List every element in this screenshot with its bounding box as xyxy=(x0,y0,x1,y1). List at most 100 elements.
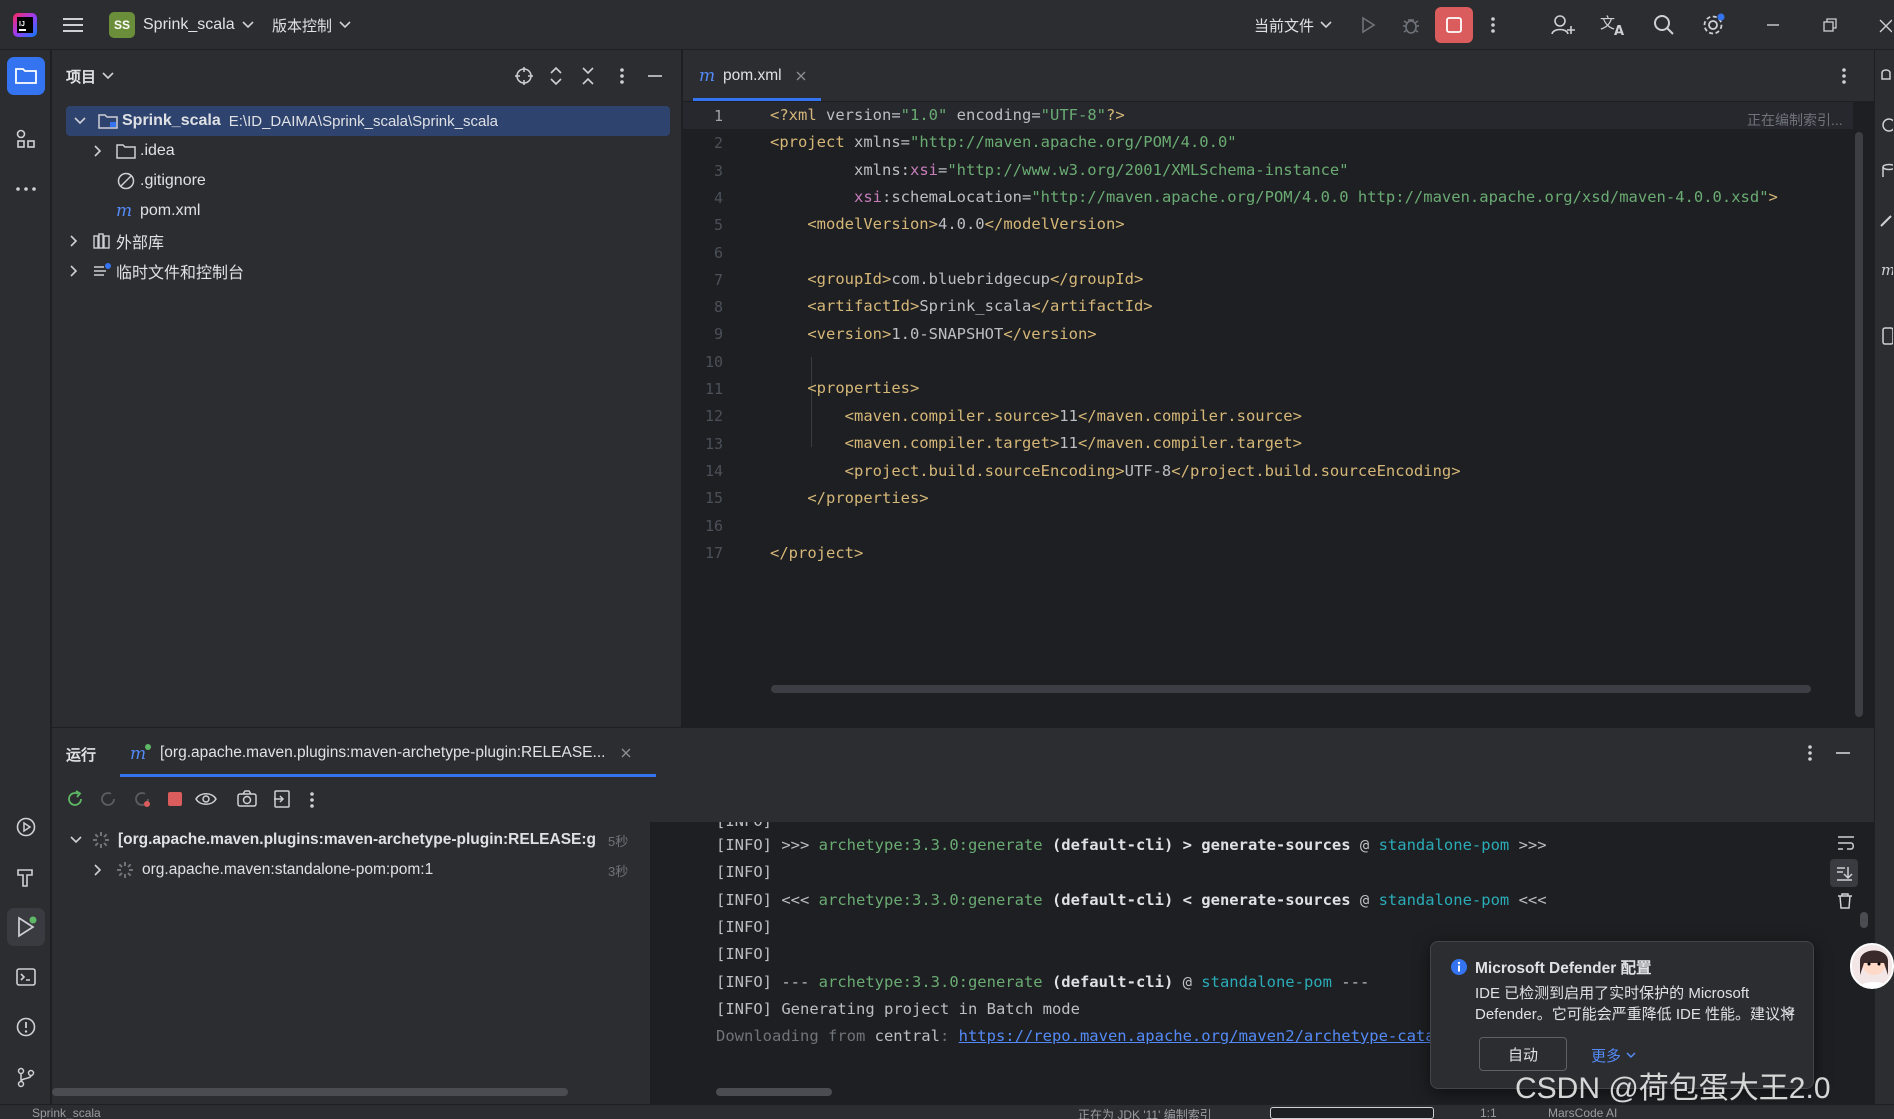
run-more-icon[interactable] xyxy=(1807,743,1813,763)
code-line-7[interactable]: <groupId>com.bluebridgecup</groupId> xyxy=(770,270,1143,288)
chevron-right-icon[interactable] xyxy=(94,864,116,876)
git-tool-button[interactable] xyxy=(7,1058,45,1096)
camera-icon[interactable] xyxy=(236,789,258,809)
more-options-icon[interactable] xyxy=(619,66,625,86)
edit-icon[interactable] xyxy=(1879,210,1893,230)
info-icon xyxy=(1450,958,1468,976)
tree-item-idea[interactable]: .idea xyxy=(94,136,175,166)
more-tools-button[interactable] xyxy=(7,170,45,208)
close-window-icon[interactable] xyxy=(1878,0,1892,50)
tree-item-pom[interactable]: m pom.xml xyxy=(116,196,200,226)
code-line-13[interactable]: <maven.compiler.target>11</maven.compile… xyxy=(770,434,1302,452)
rerun-icon[interactable] xyxy=(64,788,86,810)
hide-panel-icon[interactable] xyxy=(1834,743,1852,763)
intellij-logo-icon[interactable]: IJ xyxy=(12,0,38,50)
trash-icon[interactable] xyxy=(1836,892,1854,910)
chevron-down-icon[interactable] xyxy=(102,72,114,80)
tree-item-external-libraries[interactable]: 外部库 xyxy=(70,226,164,256)
run-tree-horizontal-scrollbar[interactable] xyxy=(52,1088,568,1096)
exit-icon[interactable] xyxy=(272,789,292,809)
editor-horizontal-scrollbar[interactable] xyxy=(771,685,1811,693)
database-icon[interactable] xyxy=(1879,162,1893,182)
status-plugin[interactable]: MarsCode AI xyxy=(1548,1106,1617,1119)
close-tab-icon[interactable] xyxy=(796,71,806,81)
minimize-window-icon[interactable] xyxy=(1765,0,1781,50)
code-line-3[interactable]: xmlns:xsi="http://www.w3.org/2001/XMLSch… xyxy=(770,161,1349,179)
rerun-debug-icon[interactable] xyxy=(131,788,153,810)
show-options-icon[interactable] xyxy=(194,789,218,809)
code-line-14[interactable]: <project.build.sourceEncoding>UTF-8</pro… xyxy=(770,462,1461,480)
tree-item-scratches[interactable]: 临时文件和控制台 xyxy=(70,256,244,286)
svg-text:m: m xyxy=(116,202,132,220)
rerun-failed-icon[interactable] xyxy=(97,788,119,810)
chevron-down-icon[interactable] xyxy=(70,836,92,844)
debug-icon[interactable] xyxy=(1400,0,1422,50)
tree-item-gitignore[interactable]: .gitignore xyxy=(116,166,206,196)
stop-icon[interactable] xyxy=(166,790,184,808)
services-tool-button[interactable] xyxy=(7,808,45,846)
editor-more-icon[interactable] xyxy=(1841,66,1847,86)
code-line-11[interactable]: <properties> xyxy=(770,379,919,397)
run-tree-item-child[interactable]: org.apache.maven:standalone-pom:pom:1 3秒 xyxy=(52,856,632,884)
settings-icon[interactable] xyxy=(1700,0,1726,50)
code-line-5[interactable]: <modelVersion>4.0.0</modelVersion> xyxy=(770,215,1124,233)
close-tab-icon[interactable] xyxy=(621,748,631,758)
run-tab[interactable]: m [org.apache.maven.plugins:maven-archet… xyxy=(130,728,631,778)
run-tree-item-root[interactable]: [org.apache.maven.plugins:maven-archetyp… xyxy=(52,826,632,854)
project-panel-title[interactable]: 项目 xyxy=(66,66,96,87)
code-line-8[interactable]: <artifactId>Sprink_scala</artifactId> xyxy=(770,297,1152,315)
console-horizontal-scrollbar[interactable] xyxy=(716,1088,832,1096)
expand-all-icon[interactable] xyxy=(548,66,564,86)
toolbar-more-icon[interactable] xyxy=(309,790,315,810)
status-project[interactable]: Sprink_scala xyxy=(32,1106,101,1119)
soft-wrap-icon[interactable] xyxy=(1836,834,1856,852)
maven-icon[interactable]: m xyxy=(1879,260,1893,280)
code-line-17[interactable]: </project> xyxy=(770,544,863,562)
project-tool-button[interactable] xyxy=(7,57,45,95)
build-tool-button[interactable] xyxy=(7,858,45,896)
editor-vertical-scrollbar[interactable] xyxy=(1855,132,1863,717)
code-line-12[interactable]: <maven.compiler.source>11</maven.compile… xyxy=(770,407,1302,425)
problems-icon xyxy=(15,1016,37,1038)
terminal-tool-button[interactable] xyxy=(7,958,45,996)
chevron-down-icon[interactable] xyxy=(74,117,94,125)
main-menu-icon[interactable] xyxy=(62,0,84,50)
chevron-right-icon[interactable] xyxy=(70,235,92,247)
notifications-icon[interactable] xyxy=(1879,65,1893,85)
stop-button[interactable] xyxy=(1435,0,1473,50)
console-vertical-scrollbar[interactable] xyxy=(1860,912,1868,928)
console-line: [INFO] xyxy=(716,945,772,963)
expand-notification-icon[interactable] xyxy=(1783,1009,1795,1017)
code-line-4[interactable]: xsi:schemaLocation="http://maven.apache.… xyxy=(770,188,1778,206)
hide-panel-icon[interactable] xyxy=(646,66,664,86)
tab-pom-xml[interactable]: m pom.xml xyxy=(699,50,806,102)
code-line-2[interactable]: <project xmlns="http://maven.apache.org/… xyxy=(770,133,1237,151)
code-line-15[interactable]: </properties> xyxy=(770,489,928,507)
run-tool-button[interactable] xyxy=(7,908,45,946)
translate-icon[interactable]: 文A xyxy=(1600,0,1628,50)
ai-assistant-icon[interactable] xyxy=(1879,115,1893,135)
device-icon[interactable] xyxy=(1879,325,1893,347)
more-actions-icon[interactable] xyxy=(1490,0,1496,50)
chevron-right-icon[interactable] xyxy=(94,145,116,157)
status-position[interactable]: 1:1 xyxy=(1480,1106,1497,1119)
code-line-9[interactable]: <version>1.0-SNAPSHOT</version> xyxy=(770,325,1096,343)
structure-tool-button[interactable] xyxy=(7,120,45,158)
search-icon[interactable] xyxy=(1652,0,1676,50)
project-switcher[interactable]: SS Sprink_scala xyxy=(109,0,254,50)
download-link[interactable]: https://repo.maven.apache.org/maven2/arc… xyxy=(959,1027,1435,1045)
avatar[interactable] xyxy=(1850,943,1894,989)
problems-tool-button[interactable] xyxy=(7,1008,45,1046)
add-user-icon[interactable] xyxy=(1550,0,1576,50)
vcs-menu[interactable]: 版本控制 xyxy=(272,0,351,50)
console-line: [INFO] >>> archetype:3.3.0:generate (def… xyxy=(716,836,1547,854)
chevron-right-icon[interactable] xyxy=(70,265,92,277)
tree-item-project-root[interactable]: Sprink_scala E:\ID_DAIMA\Sprink_scala\Sp… xyxy=(66,106,670,136)
collapse-all-icon[interactable] xyxy=(580,66,596,86)
run-icon[interactable] xyxy=(1358,0,1378,50)
code-line-1[interactable]: <?xml version="1.0" encoding="UTF-8"?> xyxy=(770,106,1125,124)
run-config-selector[interactable]: 当前文件 xyxy=(1254,0,1332,50)
restore-window-icon[interactable] xyxy=(1822,0,1838,50)
scroll-to-end-icon[interactable] xyxy=(1830,859,1858,887)
locate-icon[interactable] xyxy=(514,66,534,86)
